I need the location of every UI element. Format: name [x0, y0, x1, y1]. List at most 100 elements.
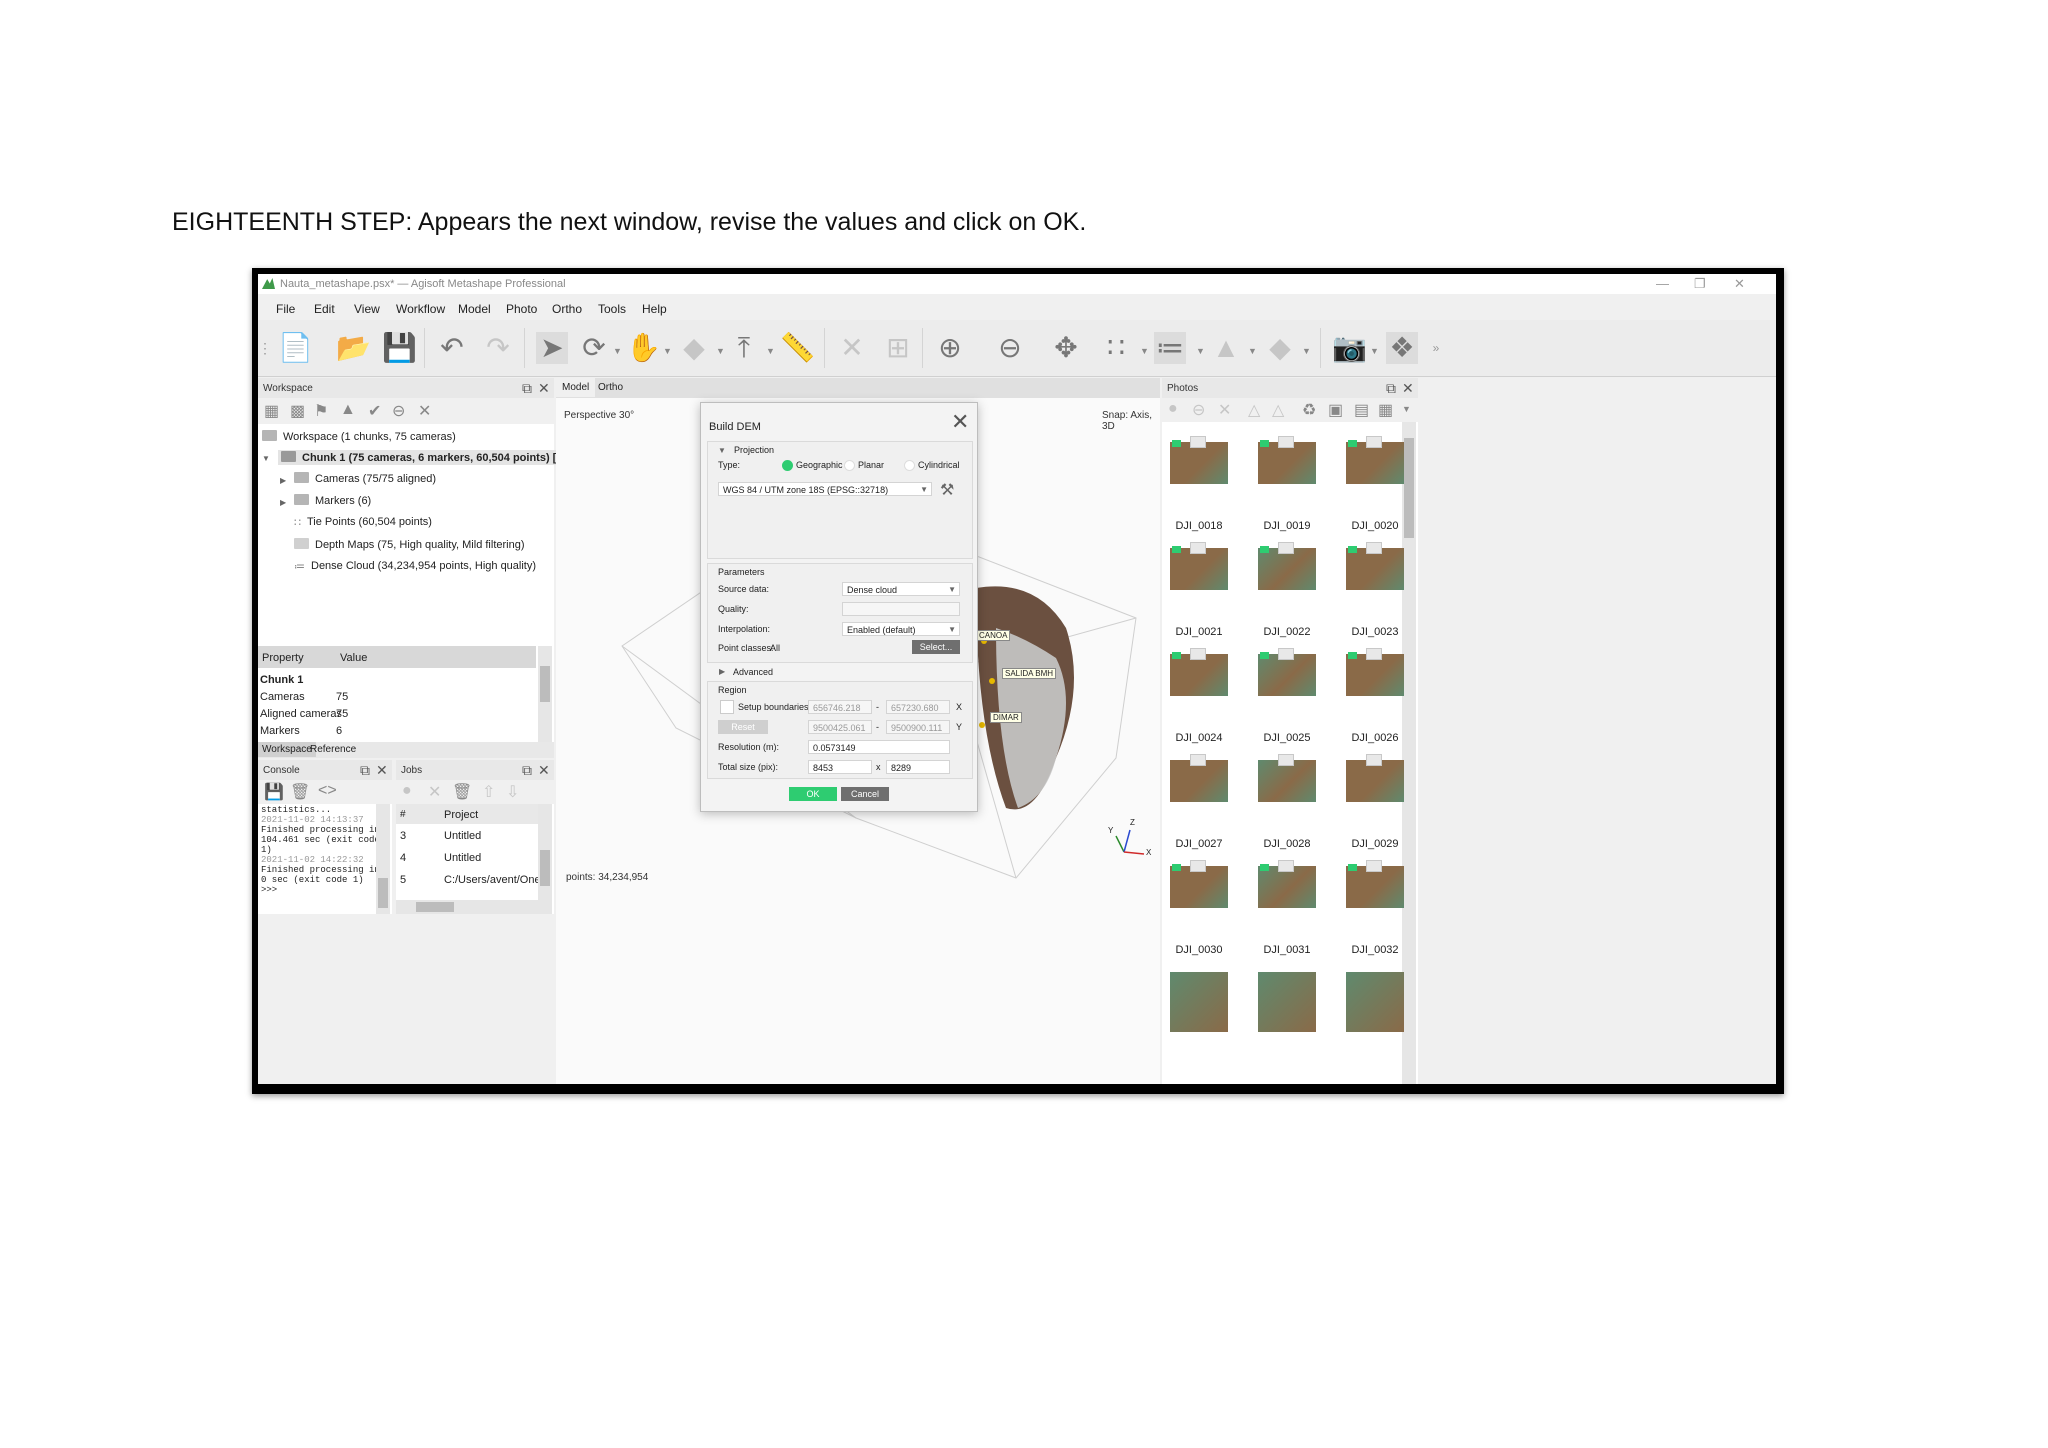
tree-tie-points[interactable]: ∷ Tie Points (60,504 points)	[294, 516, 432, 529]
chevron-down-icon[interactable]: ▼	[716, 346, 725, 356]
enable-icon[interactable]: ✔	[368, 401, 381, 421]
photo-thumbnail[interactable]	[1258, 972, 1316, 1032]
disable-photo-icon[interactable]: ⊖	[1192, 400, 1205, 420]
delete-job-icon[interactable]: 🗑	[452, 782, 472, 802]
ruler-icon[interactable]: 📏	[780, 332, 815, 364]
tab-ortho[interactable]: Ortho	[598, 382, 623, 393]
radio-planar[interactable]	[844, 460, 855, 471]
photo-thumbnail[interactable]	[1170, 654, 1228, 696]
reset-button[interactable]: Reset	[718, 720, 768, 734]
orthomosaic-icon[interactable]: ❖	[1386, 332, 1418, 364]
camera-icon[interactable]: 📷	[1332, 332, 1367, 364]
disable-icon[interactable]: ⊖	[392, 401, 405, 421]
x-min-field[interactable]: 656746.218	[808, 700, 872, 714]
chevron-down-icon[interactable]: ▼	[1248, 346, 1257, 356]
new-file-icon[interactable]: 📄	[278, 332, 313, 364]
ok-button[interactable]: OK	[789, 787, 837, 801]
photo-thumbnail[interactable]	[1258, 760, 1316, 802]
remove-photo-icon[interactable]: ✕	[1218, 400, 1231, 420]
model-viewport[interactable]: Perspective 30° Snap: Axis, 3D points: 3…	[556, 398, 1160, 1084]
chevron-down-icon[interactable]: ▼	[1402, 404, 1411, 414]
stop-icon[interactable]: ✕	[428, 782, 441, 802]
scrollbar-thumb[interactable]	[416, 902, 454, 912]
menu-photo[interactable]: Photo	[506, 302, 537, 316]
advanced-label[interactable]: Advanced	[733, 667, 773, 677]
rotate-icon[interactable]: ⟳	[578, 332, 610, 364]
menu-workflow[interactable]: Workflow	[396, 302, 445, 316]
job-project[interactable]: C:/Users/avent/OneDrive/	[444, 874, 540, 886]
photo-thumbnail[interactable]	[1258, 442, 1316, 484]
tree-depth-maps[interactable]: Depth Maps (75, High quality, Mild filte…	[294, 538, 525, 551]
tree-cameras[interactable]: Cameras (75/75 aligned)	[294, 472, 436, 485]
float-panel-icon[interactable]: ⧉	[522, 762, 532, 779]
move-down-icon[interactable]: ⇩	[506, 782, 519, 802]
save-log-icon[interactable]: 💾	[264, 782, 284, 802]
job-project[interactable]: Untitled	[444, 830, 481, 842]
chevron-down-icon[interactable]: ▼	[663, 346, 672, 356]
select-classes-button[interactable]: Select...	[912, 640, 960, 654]
menu-model[interactable]: Model	[458, 302, 491, 316]
close-panel-icon[interactable]: ✕	[538, 762, 550, 779]
redo-icon[interactable]: ↷	[482, 332, 514, 364]
shape-draw-icon[interactable]: ◆	[678, 332, 710, 364]
remove-icon[interactable]: ✕	[418, 401, 431, 421]
expand-icon[interactable]: ▶	[719, 667, 725, 676]
add-photos-icon[interactable]: ▩	[290, 401, 305, 421]
chevron-down-icon[interactable]: ▼	[1370, 346, 1379, 356]
quality-select[interactable]	[842, 602, 960, 616]
photo-thumbnail[interactable]	[1346, 548, 1404, 590]
expand-icon[interactable]: ▶	[280, 498, 286, 507]
interpolation-select[interactable]: Enabled (default) ▼	[842, 622, 960, 636]
code-icon[interactable]: <>	[318, 782, 337, 800]
enable-photo-icon[interactable]: ●	[1168, 400, 1178, 418]
photo-thumbnail[interactable]	[1258, 548, 1316, 590]
tab-workspace[interactable]: Workspace	[258, 742, 316, 757]
chevron-down-icon[interactable]: ▼	[766, 346, 775, 356]
photo-thumbnail[interactable]	[1258, 866, 1316, 908]
scrollbar-thumb[interactable]	[378, 878, 388, 908]
minimize-icon[interactable]: —	[1656, 276, 1669, 291]
chevron-down-icon[interactable]: ▼	[1196, 346, 1205, 356]
collapse-icon[interactable]: ▼	[718, 446, 726, 455]
size-width-field[interactable]: 8453	[808, 760, 872, 774]
add-folder-icon[interactable]: ⚑	[314, 401, 328, 421]
photo-thumbnail[interactable]	[1170, 760, 1228, 802]
photo-thumbnail[interactable]	[1346, 972, 1404, 1032]
y-max-field[interactable]: 9500900.111	[886, 720, 950, 734]
scrollbar-thumb[interactable]	[540, 850, 550, 886]
photo-thumbnail[interactable]	[1346, 442, 1404, 484]
select-pointer-icon[interactable]: ➤	[536, 332, 568, 364]
expand-icon[interactable]: ▶	[280, 476, 286, 485]
float-panel-icon[interactable]: ⧉	[1386, 380, 1396, 397]
chevron-down-icon[interactable]: ▼	[613, 346, 622, 356]
photo-thumbnail[interactable]	[1258, 654, 1316, 696]
toolbar-overflow-icon[interactable]: »	[1428, 332, 1444, 364]
source-data-select[interactable]: Dense cloud ▼	[842, 582, 960, 596]
crop-icon[interactable]: ⊞	[882, 332, 914, 364]
close-window-icon[interactable]: ✕	[1734, 276, 1745, 292]
radio-geographic[interactable]	[782, 460, 793, 471]
photo-thumbnail[interactable]	[1170, 972, 1228, 1032]
move-up-icon[interactable]: ⇧	[482, 782, 495, 802]
add-marker-icon[interactable]: ▲	[340, 401, 356, 419]
grid-view-icon[interactable]: ▦	[1378, 400, 1393, 420]
menu-view[interactable]: View	[354, 302, 380, 316]
rotate-left-icon[interactable]: △	[1248, 400, 1260, 420]
resolution-field[interactable]: 0.0573149	[808, 740, 950, 754]
move-object-icon[interactable]: ✥	[1050, 332, 1082, 364]
job-project[interactable]: Untitled	[444, 852, 481, 864]
close-panel-icon[interactable]: ✕	[376, 762, 388, 779]
tie-points-icon[interactable]: ∷	[1100, 332, 1132, 364]
menu-ortho[interactable]: Ortho	[552, 302, 582, 316]
dialog-close-icon[interactable]: ✕	[951, 411, 969, 433]
delete-icon[interactable]: ✕	[836, 332, 868, 364]
crs-select[interactable]: WGS 84 / UTM zone 18S (EPSG::32718) ▼	[718, 482, 932, 496]
x-max-field[interactable]: 657230.680	[886, 700, 950, 714]
restore-icon[interactable]: ❐	[1694, 276, 1706, 292]
scrollbar-thumb[interactable]	[540, 666, 550, 702]
menu-tools[interactable]: Tools	[598, 302, 626, 316]
photo-thumbnail[interactable]	[1346, 654, 1404, 696]
zoom-in-icon[interactable]: ⊕	[934, 332, 966, 364]
tree-markers[interactable]: Markers (6)	[294, 494, 371, 507]
measure-icon[interactable]: ⤒	[728, 332, 760, 364]
